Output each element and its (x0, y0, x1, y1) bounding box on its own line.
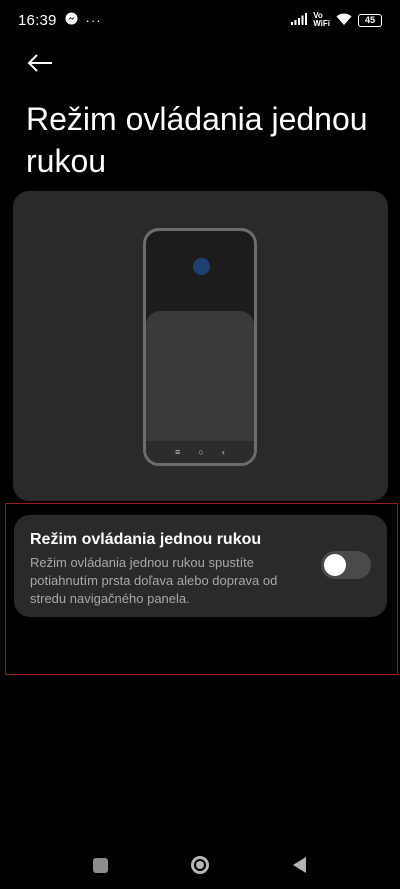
recents-square-icon (92, 857, 108, 873)
home-button[interactable] (185, 850, 215, 880)
phone-panel (146, 311, 254, 441)
vowifi-indicator: Vo WiFi (313, 12, 330, 28)
wifi-icon (336, 12, 352, 28)
back-arrow-icon (27, 54, 52, 72)
more-notifications-icon: ··· (85, 12, 102, 28)
home-circle-icon (191, 856, 209, 874)
back-icon: ‹ (221, 447, 225, 457)
battery-icon: 45 (358, 13, 382, 27)
navigation-bar (0, 845, 400, 885)
screen: 16:39 ··· Vo WiFi 45 Režim ovládania jed… (0, 0, 400, 889)
status-left: 16:39 ··· (18, 12, 102, 29)
status-right: Vo WiFi 45 (291, 12, 382, 28)
signal-icon (291, 12, 308, 28)
recents-button[interactable] (85, 850, 115, 880)
phone-nav-bar: ≡ ○ ‹ (146, 441, 254, 463)
illustration-card: ≡ ○ ‹ (13, 191, 388, 501)
clock: 16:39 (18, 11, 57, 29)
vowifi-bottom: WiFi (313, 19, 330, 28)
setting-title: Režim ovládania jednou rukou (30, 531, 262, 548)
phone-illustration: ≡ ○ ‹ (143, 228, 257, 466)
status-bar: 16:39 ··· Vo WiFi 45 (0, 0, 400, 40)
one-handed-mode-setting[interactable]: Režim ovládania jednou rukou Režim ovlád… (14, 515, 387, 617)
one-handed-mode-toggle[interactable] (321, 551, 371, 579)
home-icon: ○ (198, 447, 204, 457)
recents-icon: ≡ (175, 447, 181, 457)
toggle-knob (324, 554, 346, 576)
setting-description: Režim ovládania jednou rukou spustíte po… (30, 555, 278, 606)
back-button[interactable] (22, 48, 58, 78)
messenger-icon (65, 12, 78, 28)
back-nav-button[interactable] (285, 850, 315, 880)
phone-dot (193, 258, 210, 275)
back-triangle-icon (293, 857, 306, 873)
page-title: Režim ovládania jednou rukou (26, 101, 368, 179)
